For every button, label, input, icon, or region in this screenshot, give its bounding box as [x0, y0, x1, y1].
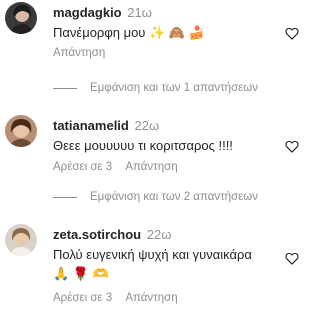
divider — [53, 197, 77, 198]
comment-text: Πολύ ευγενική ψυχή και γυναικάρα 🙏 🌹 🫶 — [53, 247, 252, 281]
heart-outline-icon[interactable] — [285, 140, 299, 153]
divider — [53, 88, 77, 89]
comment-header: zeta.sotirchou 22ω — [53, 226, 171, 243]
view-replies-button[interactable]: Εμφάνιση και των 2 απαντήσεων — [0, 189, 313, 205]
reply-button[interactable]: Απάντηση — [53, 47, 105, 59]
view-replies-button[interactable]: Εμφάνιση και των 1 απαντήσεων — [0, 80, 313, 96]
comment-text: Θεεε μουυυυυ τι κοριτσαρος !!!! — [53, 138, 233, 153]
avatar[interactable] — [5, 224, 37, 256]
timestamp[interactable]: 22ω — [147, 227, 172, 242]
timestamp[interactable]: 21ω — [127, 5, 152, 20]
avatar[interactable] — [5, 2, 37, 34]
reply-button[interactable]: Απάντηση — [125, 292, 177, 304]
heart-outline-icon[interactable] — [285, 252, 299, 265]
reply-button[interactable]: Απάντηση — [125, 161, 177, 173]
likes-count[interactable]: Αρέσει σε 3 — [53, 161, 112, 173]
likes-count[interactable]: Αρέσει σε 3 — [53, 292, 112, 304]
comment-header: magdagkio 21ω — [53, 4, 152, 21]
comment-header: tatianamelid 22ω — [53, 117, 159, 134]
comment-item: tatianamelid 22ω Θεεε μουυυυυ τι κοριτσα… — [0, 115, 313, 175]
timestamp[interactable]: 22ω — [134, 118, 159, 133]
comment-item: magdagkio 21ω Πανέμορφη μου ✨ 🙈 🍰 Απάντη… — [0, 2, 313, 62]
username-link[interactable]: magdagkio — [53, 5, 122, 20]
avatar[interactable] — [5, 115, 37, 147]
comment-item: zeta.sotirchou 22ω Πολύ ευγενική ψυχή κα… — [0, 224, 313, 309]
comment-actions: Απάντηση — [53, 46, 105, 61]
username-link[interactable]: zeta.sotirchou — [53, 227, 141, 242]
heart-outline-icon[interactable] — [285, 27, 299, 40]
view-replies-label[interactable]: Εμφάνιση και των 2 απαντήσεων — [90, 189, 258, 205]
comment-actions: Αρέσει σε 3 Απάντηση — [53, 291, 178, 306]
username-link[interactable]: tatianamelid — [53, 118, 129, 133]
view-replies-label[interactable]: Εμφάνιση και των 1 απαντήσεων — [90, 80, 258, 96]
comment-actions: Αρέσει σε 3 Απάντηση — [53, 160, 178, 175]
comment-text: Πανέμορφη μου ✨ 🙈 🍰 — [53, 25, 205, 40]
